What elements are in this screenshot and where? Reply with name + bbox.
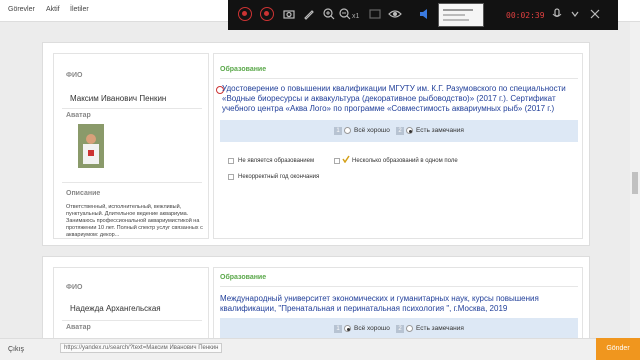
description-label: Описание [66, 190, 101, 197]
check-icon [342, 155, 350, 163]
option-number: 1 [334, 325, 342, 333]
wrong-year-checkbox[interactable] [228, 174, 234, 180]
option-all-good-radio[interactable] [344, 127, 351, 134]
option-number: 2 [396, 127, 404, 135]
mic-icon[interactable] [550, 7, 564, 21]
multiple-education-label[interactable]: Несколько образований в одном поле [352, 158, 458, 164]
tab-iletiler[interactable]: İletiler [70, 6, 89, 13]
recorder-toolbar: x1 00:02:39 [228, 0, 618, 30]
preview-thumbnail[interactable] [438, 3, 484, 27]
avatar-label: Аватар [66, 112, 91, 119]
pen-icon[interactable] [302, 7, 316, 21]
zoom-in-icon[interactable] [322, 7, 336, 21]
option-all-good-label[interactable]: Всё хорошо [354, 127, 390, 134]
full-name: Максим Иванович Пенкин [70, 94, 167, 103]
record-stop-icon[interactable] [238, 7, 252, 21]
fio-label: ФИО [66, 284, 83, 291]
send-button[interactable]: Gönder [596, 338, 640, 360]
profile-panel: ФИО Максим Иванович Пенкин Аватар Описан… [53, 53, 209, 239]
scrollbar-thumb[interactable] [632, 172, 638, 194]
tab-aktif[interactable]: Aktif [46, 6, 60, 13]
description-text: Ответственный, исполнительный, вежливый,… [66, 204, 203, 238]
not-education-label[interactable]: Не является образованием [238, 158, 314, 164]
fio-label: ФИО [66, 72, 83, 79]
chevron-down-icon[interactable] [568, 7, 582, 21]
option-remarks-radio[interactable] [406, 127, 413, 134]
option-remarks-label[interactable]: Есть замечания [416, 127, 464, 134]
option-number: 1 [334, 127, 342, 135]
education-panel: Образование Удостоверение о повышении кв… [213, 53, 583, 239]
status-bar: Çıkış https://yandex.ru/search/?text=Мак… [0, 338, 640, 360]
education-text: Удостоверение о повышении квалификации М… [222, 84, 566, 113]
not-education-checkbox[interactable] [228, 158, 234, 164]
avatar[interactable] [78, 124, 104, 168]
zoom-out-icon[interactable] [338, 7, 352, 21]
eye-icon[interactable] [388, 7, 402, 21]
option-remarks-label[interactable]: Есть замечания [416, 325, 464, 332]
pause-icon[interactable] [260, 7, 274, 21]
page-scrollbar[interactable] [630, 22, 640, 338]
close-icon[interactable] [588, 7, 602, 21]
exit-menu[interactable]: Çıkış [8, 346, 24, 353]
option-number: 2 [396, 325, 404, 333]
zoom-level: x1 [352, 13, 360, 20]
recording-timer: 00:02:39 [506, 11, 545, 20]
tab-gorevler[interactable]: Görevler [8, 6, 35, 13]
education-label: Образование [220, 274, 267, 281]
option-remarks-radio[interactable] [406, 325, 413, 332]
multiple-education-checkbox[interactable] [334, 158, 340, 164]
option-all-good-radio[interactable] [344, 325, 351, 332]
profile-card: ФИО Максим Иванович Пенкин Аватар Описан… [42, 42, 590, 246]
speaker-icon[interactable] [418, 7, 432, 21]
status-url: https://yandex.ru/search/?text=Максим Ив… [60, 343, 223, 353]
crop-icon[interactable] [368, 7, 382, 21]
camera-icon[interactable] [282, 7, 296, 21]
profile-card: ФИО Надежда Архангельская Аватар Образов… [42, 256, 590, 358]
option-all-good-label[interactable]: Всё хорошо [354, 325, 390, 332]
full-name: Надежда Архангельская [70, 304, 161, 313]
rating-options: 1 Всё хорошо 2 Есть замечания [220, 318, 578, 340]
wrong-year-label[interactable]: Некорректный год окончания [238, 174, 319, 180]
education-label: Образование [220, 66, 267, 73]
education-text: Международный университет экономических … [220, 294, 539, 313]
rating-options: 1 Всё хорошо 2 Есть замечания [220, 120, 578, 142]
avatar-label: Аватар [66, 324, 91, 331]
